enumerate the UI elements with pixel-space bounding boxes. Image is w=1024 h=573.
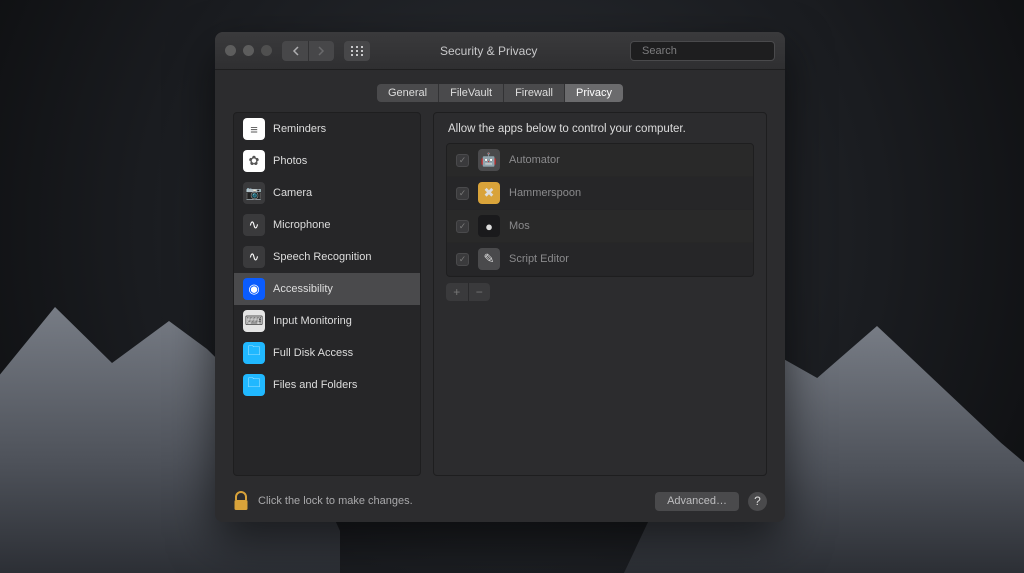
sidebar-item-full-disk-access[interactable]: 🗀 Full Disk Access: [234, 337, 420, 369]
add-remove-segmented-control: + −: [446, 283, 490, 301]
app-name-label: Hammerspoon: [509, 187, 581, 199]
sidebar-item-microphone[interactable]: ∿ Microphone: [234, 209, 420, 241]
sidebar-item-label: Microphone: [273, 219, 330, 231]
privacy-detail-pane: Allow the apps below to control your com…: [433, 112, 767, 476]
app-permission-list[interactable]: ✓ 🤖 Automator ✓ ✖ Hammerspoon ✓ ● Mos ✓ ✎ Script Ed…: [446, 143, 754, 277]
minimize-window-button[interactable]: [243, 45, 254, 56]
hammerspoon-icon: ✖: [478, 182, 500, 204]
app-checkbox[interactable]: ✓: [456, 187, 469, 200]
search-input[interactable]: [642, 45, 784, 57]
tab-general[interactable]: General: [377, 84, 439, 102]
zoom-window-button[interactable]: [261, 45, 272, 56]
app-row-automator[interactable]: ✓ 🤖 Automator: [447, 144, 753, 177]
sidebar-item-reminders[interactable]: ≡ Reminders: [234, 113, 420, 145]
app-name-label: Automator: [509, 154, 560, 166]
app-row-mos[interactable]: ✓ ● Mos: [447, 210, 753, 243]
photos-icon: ✿: [243, 150, 265, 172]
script-editor-icon: ✎: [478, 248, 500, 270]
detail-heading: Allow the apps below to control your com…: [446, 123, 754, 143]
titlebar: Security & Privacy: [215, 32, 785, 70]
full-disk-access-icon: 🗀: [243, 342, 265, 364]
app-checkbox[interactable]: ✓: [456, 253, 469, 266]
search-field-container[interactable]: [630, 41, 775, 61]
sidebar-item-camera[interactable]: 📷 Camera: [234, 177, 420, 209]
microphone-icon: ∿: [243, 214, 265, 236]
speech-recognition-icon: ∿: [243, 246, 265, 268]
remove-app-button[interactable]: −: [469, 283, 491, 301]
app-name-label: Mos: [509, 220, 530, 232]
automator-icon: 🤖: [478, 149, 500, 171]
sidebar-item-speech-recognition[interactable]: ∿ Speech Recognition: [234, 241, 420, 273]
tab-bar: GeneralFileVaultFirewallPrivacy: [215, 70, 785, 112]
app-row-hammerspoon[interactable]: ✓ ✖ Hammerspoon: [447, 177, 753, 210]
sidebar-item-photos[interactable]: ✿ Photos: [234, 145, 420, 177]
add-app-button[interactable]: +: [446, 283, 469, 301]
sidebar-item-label: Reminders: [273, 123, 326, 135]
reminders-icon: ≡: [243, 118, 265, 140]
sidebar-item-label: Accessibility: [273, 283, 333, 295]
sidebar-item-input-monitoring[interactable]: ⌨ Input Monitoring: [234, 305, 420, 337]
privacy-category-sidebar[interactable]: ≡ Reminders ✿ Photos 📷 Camera ∿ Microphone ∿ Spee…: [233, 112, 421, 476]
window-controls: [225, 45, 272, 56]
nav-buttons: [282, 41, 334, 61]
mos-icon: ●: [478, 215, 500, 237]
app-row-script-editor[interactable]: ✓ ✎ Script Editor: [447, 243, 753, 276]
sidebar-item-label: Input Monitoring: [273, 315, 352, 327]
sidebar-item-label: Camera: [273, 187, 312, 199]
forward-button[interactable]: [308, 41, 334, 61]
help-button[interactable]: ?: [748, 492, 767, 511]
app-checkbox[interactable]: ✓: [456, 220, 469, 233]
sidebar-item-files-and-folders[interactable]: 🗀 Files and Folders: [234, 369, 420, 401]
lock-icon[interactable]: [233, 491, 249, 511]
sidebar-item-label: Photos: [273, 155, 307, 167]
sidebar-item-accessibility[interactable]: ◉ Accessibility: [234, 273, 420, 305]
lock-hint-text: Click the lock to make changes.: [258, 495, 413, 507]
show-all-button[interactable]: [344, 41, 370, 61]
window-title: Security & Privacy: [440, 44, 537, 58]
accessibility-icon: ◉: [243, 278, 265, 300]
app-name-label: Script Editor: [509, 253, 569, 265]
app-checkbox[interactable]: ✓: [456, 154, 469, 167]
back-button[interactable]: [282, 41, 308, 61]
close-window-button[interactable]: [225, 45, 236, 56]
sidebar-item-label: Full Disk Access: [273, 347, 353, 359]
grid-icon: [351, 46, 363, 56]
sidebar-item-label: Files and Folders: [273, 379, 357, 391]
camera-icon: 📷: [243, 182, 265, 204]
tab-firewall[interactable]: Firewall: [504, 84, 565, 102]
files-and-folders-icon: 🗀: [243, 374, 265, 396]
advanced-button[interactable]: Advanced…: [655, 492, 739, 511]
footer: Click the lock to make changes. Advanced…: [215, 488, 785, 522]
chevron-right-icon: [318, 46, 325, 56]
tab-filevault[interactable]: FileVault: [439, 84, 504, 102]
tab-privacy[interactable]: Privacy: [565, 84, 623, 102]
sidebar-item-label: Speech Recognition: [273, 251, 371, 263]
input-monitoring-icon: ⌨: [243, 310, 265, 332]
preferences-window: Security & Privacy GeneralFileVaultFirew…: [215, 32, 785, 522]
chevron-left-icon: [292, 46, 299, 56]
